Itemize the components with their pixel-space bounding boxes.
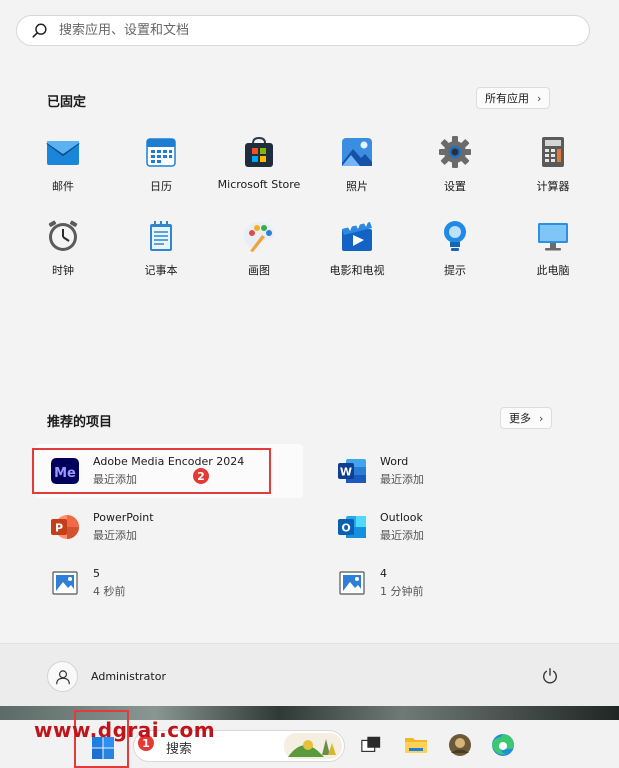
- file-explorer-button[interactable]: [403, 732, 429, 758]
- image-file-icon: [336, 567, 368, 599]
- svg-text:W: W: [340, 466, 352, 479]
- word-icon: W: [336, 455, 368, 487]
- mail-icon: [45, 134, 81, 170]
- pinned-apps-grid: 邮件 日历 Microsoft Store 照片 设置 计算器 时钟 记事本 画…: [15, 130, 603, 298]
- pinned-app-paint[interactable]: 画图: [211, 214, 307, 298]
- pinned-app-label: 记事本: [144, 264, 178, 277]
- chevron-right-icon: ›: [539, 411, 544, 425]
- pinned-app-label: 计算器: [536, 180, 570, 193]
- recommended-item-subtitle: 4 秒前: [93, 585, 126, 598]
- media-encoder-icon: Me: [49, 455, 81, 487]
- recommended-item-file-4[interactable]: 4 1 分钟前: [322, 556, 590, 610]
- clock-icon: [45, 218, 81, 254]
- pinned-app-calendar[interactable]: 日历: [113, 130, 209, 214]
- calculator-icon: [535, 134, 571, 170]
- pinned-app-settings[interactable]: 设置: [407, 130, 503, 214]
- pinned-app-movies[interactable]: 电影和电视: [309, 214, 405, 298]
- pinned-app-label: 电影和电视: [329, 264, 385, 277]
- notepad-icon: [143, 218, 179, 254]
- recommended-item-powerpoint[interactable]: P PowerPoint 最近添加: [35, 500, 303, 554]
- pinned-app-button[interactable]: [447, 732, 473, 758]
- pinned-app-mail[interactable]: 邮件: [15, 130, 111, 214]
- more-label: 更多: [509, 412, 531, 425]
- all-apps-label: 所有应用: [485, 92, 529, 105]
- powerpoint-icon: P: [49, 511, 81, 543]
- svg-text:O: O: [341, 522, 350, 535]
- recommended-item-name: PowerPoint: [93, 511, 154, 524]
- user-avatar[interactable]: [47, 661, 78, 692]
- all-apps-button[interactable]: 所有应用 ›: [476, 87, 551, 109]
- pinned-app-label: 时钟: [52, 264, 74, 277]
- recommended-item-outlook[interactable]: O Outlook 最近添加: [322, 500, 590, 554]
- recommended-item-name: Word: [380, 455, 409, 468]
- search-input[interactable]: [59, 23, 559, 38]
- svg-text:Me: Me: [54, 466, 76, 481]
- search-highlight-icon: [284, 733, 342, 759]
- search-icon: [32, 23, 47, 38]
- user-icon: [55, 669, 70, 684]
- paint-icon: [241, 218, 277, 254]
- step-badge-2: 2: [192, 467, 210, 485]
- recommended-item-media-encoder[interactable]: Me Adobe Media Encoder 2024 最近添加: [35, 444, 303, 498]
- pinned-app-label: 照片: [346, 180, 368, 193]
- power-icon[interactable]: [541, 667, 559, 685]
- pinned-app-clock[interactable]: 时钟: [15, 214, 111, 298]
- pinned-app-tips[interactable]: 提示: [407, 214, 503, 298]
- task-view-button[interactable]: [358, 732, 384, 758]
- recommended-item-name: Outlook: [380, 511, 423, 524]
- start-menu: 已固定 所有应用 › 邮件 日历 Microsoft Store: [0, 0, 619, 706]
- computer-icon: [535, 218, 571, 254]
- pinned-app-calculator[interactable]: 计算器: [505, 130, 601, 214]
- pinned-app-label: 日历: [150, 180, 172, 193]
- recommended-item-word[interactable]: W Word 最近添加: [322, 444, 590, 498]
- recommended-item-subtitle: 最近添加: [93, 473, 137, 486]
- pinned-app-label: 邮件: [52, 180, 74, 193]
- photos-icon: [339, 134, 375, 170]
- pinned-app-this-pc[interactable]: 此电脑: [505, 214, 601, 298]
- app-avatar-icon: [449, 734, 471, 756]
- svg-text:P: P: [55, 522, 63, 535]
- pinned-app-label: 此电脑: [536, 264, 570, 277]
- start-search-box[interactable]: [16, 15, 590, 46]
- pinned-app-label: Microsoft Store: [217, 178, 301, 191]
- gear-icon: [437, 134, 473, 170]
- recommended-item-subtitle: 1 分钟前: [380, 585, 424, 598]
- taskbar: 搜索 1 www.dgrai.com: [0, 706, 619, 768]
- task-view-icon: [361, 736, 381, 753]
- folder-icon: [405, 738, 427, 753]
- recommended-item-subtitle: 最近添加: [93, 529, 137, 542]
- edge-icon: [492, 734, 514, 756]
- calendar-icon: [143, 134, 179, 170]
- store-icon: [241, 134, 277, 170]
- recommended-title: 推荐的项目: [47, 415, 113, 430]
- image-file-icon: [49, 567, 81, 599]
- pinned-app-label: 提示: [444, 264, 466, 277]
- pinned-app-notepad[interactable]: 记事本: [113, 214, 209, 298]
- pinned-app-photos[interactable]: 照片: [309, 130, 405, 214]
- edge-browser-button[interactable]: [490, 732, 516, 758]
- recommended-item-name: 4: [380, 567, 387, 580]
- recommended-item-subtitle: 最近添加: [380, 529, 424, 542]
- start-footer: Administrator: [0, 643, 619, 706]
- user-name[interactable]: Administrator: [91, 670, 166, 683]
- pinned-app-label: 画图: [248, 264, 270, 277]
- tips-icon: [437, 218, 473, 254]
- watermark-text: www.dgrai.com: [34, 718, 216, 742]
- outlook-icon: O: [336, 511, 368, 543]
- recommended-item-name: Adobe Media Encoder 2024: [93, 455, 245, 468]
- recommended-item-subtitle: 最近添加: [380, 473, 424, 486]
- recommended-item-file-5[interactable]: 5 4 秒前: [35, 556, 303, 610]
- more-button[interactable]: 更多 ›: [500, 407, 553, 429]
- chevron-right-icon: ›: [537, 91, 542, 105]
- pinned-app-store[interactable]: Microsoft Store: [211, 130, 307, 214]
- movies-icon: [339, 218, 375, 254]
- pinned-title: 已固定: [47, 95, 87, 110]
- pinned-app-label: 设置: [444, 180, 466, 193]
- recommended-item-name: 5: [93, 567, 100, 580]
